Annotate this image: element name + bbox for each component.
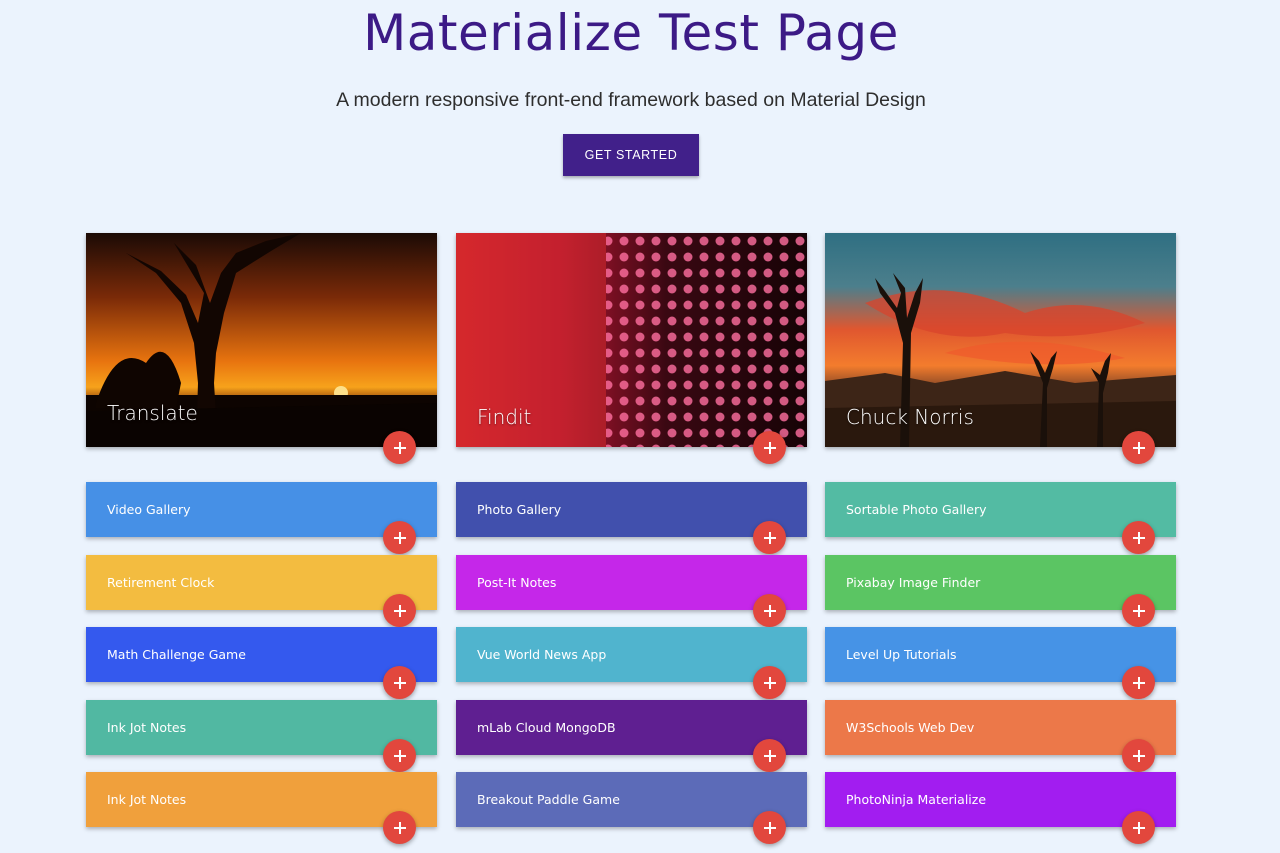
add-button[interactable] [383, 811, 416, 844]
list-card[interactable]: mLab Cloud MongoDB [456, 700, 807, 772]
add-button[interactable] [1122, 594, 1155, 627]
list-card-label: Sortable Photo Gallery [846, 502, 987, 517]
list-card-label: Video Gallery [107, 502, 191, 517]
list-card[interactable]: Post-It Notes [456, 555, 807, 627]
plus-icon [763, 676, 776, 689]
add-button[interactable] [753, 811, 786, 844]
plus-icon [393, 441, 406, 454]
list-card-label: Ink Jot Notes [107, 720, 187, 735]
add-button[interactable] [1122, 431, 1155, 464]
card-title: Findit [477, 405, 532, 429]
plus-icon [393, 604, 406, 617]
add-button[interactable] [753, 666, 786, 699]
image-card-chuck-norris[interactable]: Chuck Norris [825, 233, 1176, 464]
add-button[interactable] [1122, 811, 1155, 844]
card-title: Translate [107, 401, 198, 425]
get-started-button[interactable]: GET STARTED [563, 134, 699, 176]
list-card[interactable]: Ink Jot Notes [86, 700, 437, 772]
list-card-label: Math Challenge Game [107, 647, 246, 662]
add-button[interactable] [753, 739, 786, 772]
add-button[interactable] [753, 521, 786, 554]
card-title: Chuck Norris [846, 405, 974, 429]
plus-icon [763, 441, 776, 454]
list-card[interactable]: Sortable Photo Gallery [825, 482, 1176, 554]
list-card[interactable]: Math Challenge Game [86, 627, 437, 699]
list-card[interactable]: Pixabay Image Finder [825, 555, 1176, 627]
add-button[interactable] [753, 431, 786, 464]
list-card-label: mLab Cloud MongoDB [477, 720, 616, 735]
list-card-label: Post-It Notes [477, 575, 557, 590]
list-card-label: PhotoNinja Materialize [846, 792, 987, 807]
plus-icon [1132, 604, 1145, 617]
page: Materialize Test Page A modern responsiv… [0, 0, 1280, 853]
plus-icon [1132, 749, 1145, 762]
page-subtitle: A modern responsive front-end framework … [336, 89, 926, 111]
add-button[interactable] [383, 739, 416, 772]
list-card-label: Level Up Tutorials [846, 647, 957, 662]
add-button[interactable] [383, 431, 416, 464]
add-button[interactable] [383, 521, 416, 554]
plus-icon [393, 749, 406, 762]
add-button[interactable] [1122, 521, 1155, 554]
image-card-findit[interactable]: Findit [456, 233, 807, 464]
plus-icon [393, 821, 406, 834]
page-title: Materialize Test Page [363, 4, 899, 62]
column-2: Findit Photo Gallery Post-It Notes Vue W… [456, 233, 807, 844]
add-button[interactable] [1122, 666, 1155, 699]
list-card-label: Pixabay Image Finder [846, 575, 981, 590]
list-card-label: Photo Gallery [477, 502, 562, 517]
list-card[interactable]: Breakout Paddle Game [456, 772, 807, 844]
list-card-label: Ink Jot Notes [107, 792, 187, 807]
add-button[interactable] [753, 594, 786, 627]
plus-icon [1132, 531, 1145, 544]
list-card[interactable]: Vue World News App [456, 627, 807, 699]
plus-icon [763, 821, 776, 834]
plus-icon [1132, 821, 1145, 834]
list-card[interactable]: Ink Jot Notes [86, 772, 437, 844]
add-button[interactable] [383, 594, 416, 627]
plus-icon [1132, 676, 1145, 689]
list-card-label: Breakout Paddle Game [477, 792, 620, 807]
plus-icon [1132, 441, 1145, 454]
list-card[interactable]: Retirement Clock [86, 555, 437, 627]
plus-icon [763, 749, 776, 762]
plus-icon [763, 604, 776, 617]
list-card[interactable]: Level Up Tutorials [825, 627, 1176, 699]
list-card-label: Vue World News App [477, 647, 607, 662]
plus-icon [393, 676, 406, 689]
add-button[interactable] [383, 666, 416, 699]
list-card[interactable]: Photo Gallery [456, 482, 807, 554]
list-card[interactable]: PhotoNinja Materialize [825, 772, 1176, 844]
image-card-translate[interactable]: Translate [86, 233, 437, 464]
plus-icon [393, 531, 406, 544]
list-card-label: Retirement Clock [107, 575, 215, 590]
list-card-label: W3Schools Web Dev [846, 720, 975, 735]
add-button[interactable] [1122, 739, 1155, 772]
list-card[interactable]: W3Schools Web Dev [825, 700, 1176, 772]
plus-icon [763, 531, 776, 544]
list-card[interactable]: Video Gallery [86, 482, 437, 554]
column-1: Translate Video Gallery Retirement Clock… [86, 233, 437, 844]
column-3: Chuck Norris Sortable Photo Gallery Pixa… [825, 233, 1176, 844]
